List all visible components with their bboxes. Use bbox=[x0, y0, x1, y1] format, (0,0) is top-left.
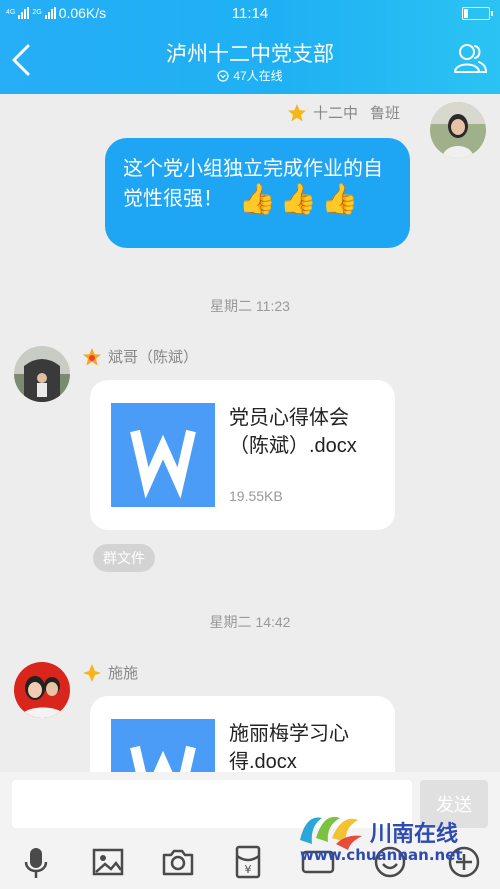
red-packet-icon[interactable]: ¥ bbox=[230, 844, 266, 880]
chat-title: 泸州十二中党支部 bbox=[166, 43, 334, 66]
watermark-title: 川南在线 bbox=[370, 822, 459, 847]
camera-icon[interactable] bbox=[160, 844, 196, 880]
file-card[interactable]: 党员心得体会（陈斌）.docx 19.55KB bbox=[90, 380, 395, 530]
group-file-chip[interactable]: 群文件 bbox=[93, 544, 155, 572]
thumbs-up-icon: 👍 bbox=[238, 182, 276, 216]
file-name: 施丽梅学习心得.docx bbox=[229, 723, 349, 773]
thumbs-up-icon: 👍 bbox=[321, 182, 359, 216]
status-bar: 4G 2G 0.06K/s 11:14 bbox=[0, 0, 500, 28]
star-badge-icon bbox=[287, 103, 306, 121]
watermark: 川南在线 www.chuannan.net bbox=[296, 810, 496, 870]
file-name: 党员心得体会（陈斌）.docx bbox=[229, 407, 357, 457]
message-bubble[interactable]: 这个党小组独立完成作业的自觉性很强！ 👍 👍 👍 bbox=[105, 138, 410, 248]
watermark-url: www.chuannan.net bbox=[300, 846, 463, 864]
timestamp: 星期二 11:23 bbox=[210, 298, 290, 314]
svg-text:¥: ¥ bbox=[245, 863, 252, 876]
word-file-icon bbox=[111, 403, 215, 507]
online-status[interactable]: 47人在线 bbox=[0, 67, 500, 84]
file-size: 19.55KB bbox=[229, 488, 283, 504]
sender-name: 鲁班 bbox=[369, 105, 400, 122]
avatar[interactable] bbox=[14, 346, 70, 402]
battery-icon bbox=[462, 7, 493, 20]
sender-row: 施施 bbox=[82, 662, 138, 683]
sender-row: 十二中 鲁班 bbox=[287, 102, 400, 123]
sender-title: 十二中 bbox=[312, 105, 358, 122]
status-time: 11:14 bbox=[231, 5, 269, 22]
avatar[interactable] bbox=[430, 102, 486, 158]
chevron-down-circle-icon bbox=[217, 69, 229, 82]
avatar[interactable] bbox=[14, 662, 70, 718]
thumbs-up-icon: 👍 bbox=[279, 182, 318, 216]
sender-name: 斌哥（陈斌） bbox=[108, 349, 199, 366]
top-bar: 4G 2G 0.06K/s 11:14 泸州十二中党支部 47人在线 bbox=[0, 0, 500, 94]
group-members-icon[interactable] bbox=[452, 40, 488, 76]
star-badge-icon bbox=[83, 347, 101, 365]
diamond-badge-icon bbox=[83, 663, 101, 682]
online-count: 47人在线 bbox=[233, 69, 283, 83]
microphone-icon[interactable] bbox=[18, 844, 54, 880]
sender-row: 斌哥（陈斌） bbox=[82, 346, 198, 367]
image-icon[interactable] bbox=[90, 844, 126, 880]
timestamp: 星期二 14:42 bbox=[209, 614, 291, 630]
thumbs-up-emojis: 👍 👍 👍 bbox=[238, 182, 359, 216]
sender-name: 施施 bbox=[108, 665, 139, 682]
